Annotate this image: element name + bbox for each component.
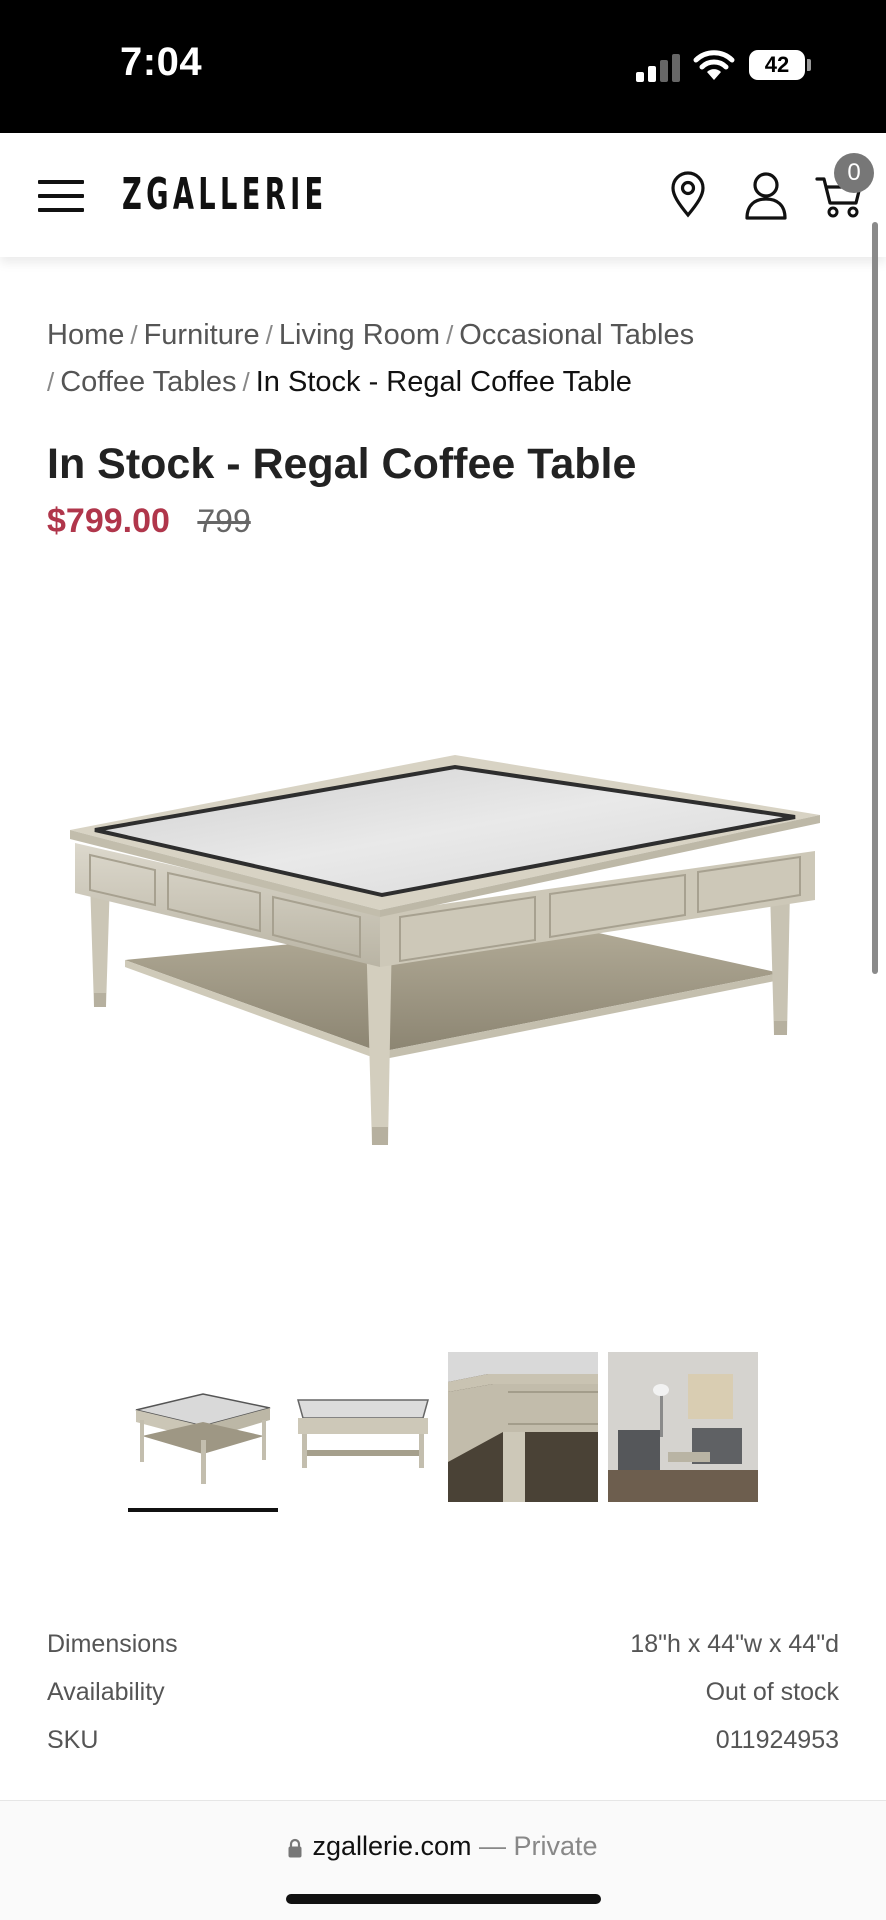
original-price: 799 [197,503,251,539]
site-header: ZGALLERIE 0 [0,133,886,257]
status-time: 7:04 [120,40,203,84]
thumbnail-4[interactable] [608,1352,758,1502]
breadcrumb-home[interactable]: Home [47,319,124,351]
wifi-icon [693,50,735,80]
battery-nub [807,59,811,71]
cellular-signal-icon [636,52,682,82]
spec-row-sku: SKU 011924953 [47,1716,839,1764]
spec-row-availability: Availability Out of stock [47,1668,839,1716]
breadcrumb-separator: / [265,320,273,350]
product-specs: Dimensions 18"h x 44"w x 44"d Availabili… [47,1620,839,1764]
url-display[interactable]: zgallerie.com — Private [0,1831,886,1862]
breadcrumb-separator: / [130,320,138,350]
breadcrumb-current: In Stock - Regal Coffee Table [255,366,632,398]
spec-label: SKU [47,1726,99,1754]
url-domain: zgallerie.com [312,1831,472,1861]
breadcrumb-furniture[interactable]: Furniture [144,319,260,351]
spec-row-dimensions: Dimensions 18"h x 44"w x 44"d [47,1620,839,1668]
spec-value: 18"h x 44"w x 44"d [630,1630,839,1658]
store-locator-icon[interactable] [668,171,708,219]
thumbnail-2[interactable] [288,1352,438,1502]
sale-price: $799.00 [47,502,170,540]
cart-count-badge[interactable]: 0 [834,153,874,193]
breadcrumb-occasional-tables[interactable]: Occasional Tables [459,319,694,351]
breadcrumb: Home / Furniture / Living Room / Occasional Ta… [47,312,847,406]
product-main-image[interactable] [60,735,830,1165]
battery-indicator: 42 [749,50,805,80]
hamburger-menu-icon[interactable] [38,178,86,214]
thumbnail-3[interactable] [448,1352,598,1502]
home-indicator[interactable] [286,1894,601,1904]
spec-value: Out of stock [705,1678,839,1706]
account-icon[interactable] [742,169,790,221]
lock-icon [288,1838,302,1858]
breadcrumb-separator: / [242,367,250,397]
site-logo[interactable]: ZGALLERIE [122,169,328,220]
breadcrumb-separator: / [446,320,454,350]
private-label: — Private [479,1831,598,1861]
product-title: In Stock - Regal Coffee Table [47,440,637,488]
price-row: $799.00 799 [47,502,251,541]
selected-thumbnail-indicator [128,1508,278,1512]
spec-value: 011924953 [715,1726,839,1754]
spec-label: Dimensions [47,1630,178,1658]
page-scrollbar[interactable] [872,222,878,974]
thumbnail-1[interactable] [128,1352,278,1502]
breadcrumb-separator: / [47,367,55,397]
spec-label: Availability [47,1678,165,1706]
breadcrumb-living-room[interactable]: Living Room [279,319,440,351]
breadcrumb-coffee-tables[interactable]: Coffee Tables [60,366,236,398]
status-bar: 7:04 42 [0,0,886,133]
